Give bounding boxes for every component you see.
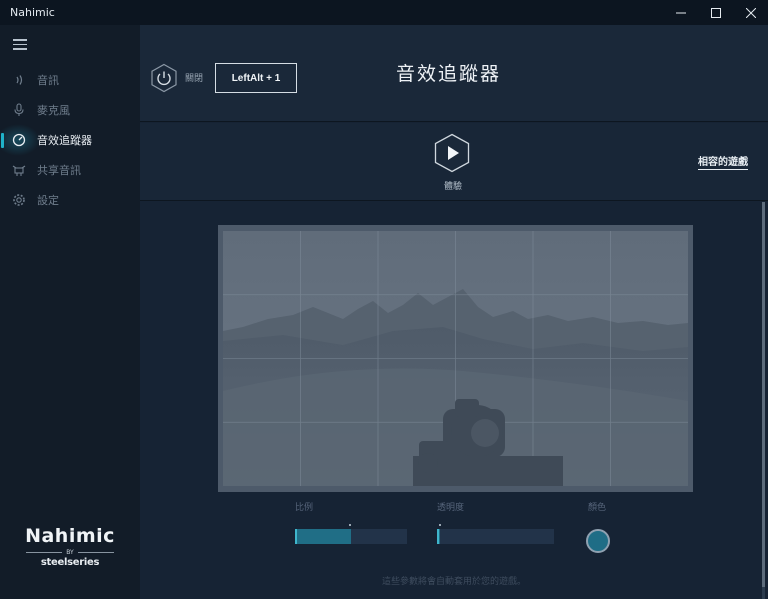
sound-tracker-icon	[11, 132, 27, 148]
game-preview-image	[218, 225, 693, 492]
play-icon	[434, 133, 470, 173]
microphone-icon	[11, 102, 27, 118]
close-icon	[745, 7, 756, 18]
sidebar-item-settings[interactable]: 設定	[0, 188, 140, 212]
demo-label: 體驗	[443, 182, 462, 192]
color-label: 顏色	[588, 503, 607, 513]
demo-play-button[interactable]	[434, 133, 470, 173]
power-toggle-button[interactable]	[150, 63, 178, 93]
sidebar-item-label: 設定	[37, 194, 59, 207]
sidebar-item-label: 音訊	[37, 74, 59, 87]
scrollbar[interactable]	[762, 202, 765, 599]
color-picker-button[interactable]	[586, 529, 610, 553]
sidebar-item-label: 共享音訊	[37, 164, 81, 177]
minimize-button[interactable]	[663, 0, 698, 25]
landscape-preview	[223, 231, 688, 486]
power-icon	[151, 63, 177, 93]
opacity-slider[interactable]	[437, 529, 554, 544]
window-controls	[663, 0, 768, 25]
title-bar: Nahimic	[0, 0, 768, 25]
brand-sub: steelseries	[40, 557, 100, 568]
brand-logo: Nahimic BY steelseries	[20, 525, 120, 568]
settings-controls: 比例 透明度 顏色 這些參數將會自動套用於您的遊戲。	[140, 497, 768, 597]
sidebar-item-audio[interactable]: 音訊	[0, 68, 140, 92]
maximize-icon	[710, 7, 721, 18]
opacity-label: 透明度	[437, 503, 465, 513]
brand-name: Nahimic	[25, 525, 115, 547]
sidebar-item-microphone[interactable]: 麥克風	[0, 98, 140, 122]
scale-slider-handle[interactable]	[349, 524, 351, 526]
demo-section: 體驗 相容的遊戲	[140, 123, 768, 201]
window-title: Nahimic	[10, 6, 55, 19]
page-title: 音效追蹤器	[396, 63, 502, 85]
brand-by: BY	[66, 549, 74, 556]
header: 關閉 LeftAlt + 1 音效追蹤器	[140, 25, 768, 122]
gear-icon	[11, 192, 27, 208]
close-button[interactable]	[733, 0, 768, 25]
power-state-label: 關閉	[185, 74, 204, 84]
active-indicator	[1, 133, 4, 148]
hotkey-field[interactable]: LeftAlt + 1	[215, 63, 297, 93]
scale-label: 比例	[295, 503, 314, 513]
main-panel: 關閉 LeftAlt + 1 音效追蹤器 體驗 相容的遊戲 比例 透明度 顏色 …	[140, 25, 768, 599]
content-area: 比例 透明度 顏色 這些參數將會自動套用於您的遊戲。	[140, 202, 768, 599]
audio-wave-icon	[11, 72, 27, 88]
sidebar: 音訊 麥克風 音效追蹤器 共享音訊 設定 Nahimic BY steelser…	[0, 25, 140, 599]
hamburger-menu-button[interactable]	[13, 39, 27, 50]
minimize-icon	[675, 12, 686, 13]
sharing-icon	[11, 162, 27, 178]
opacity-slider-handle[interactable]	[439, 524, 441, 526]
sidebar-item-label: 麥克風	[37, 104, 70, 117]
scrollbar-thumb[interactable]	[762, 202, 765, 587]
scale-slider[interactable]	[295, 529, 407, 544]
scale-slider-fill	[295, 529, 351, 544]
sidebar-item-label: 音效追蹤器	[37, 134, 92, 147]
sidebar-item-sound-tracker[interactable]: 音效追蹤器	[0, 124, 140, 156]
maximize-button[interactable]	[698, 0, 733, 25]
sidebar-item-sharing[interactable]: 共享音訊	[0, 158, 140, 182]
compatible-games-link[interactable]: 相容的遊戲	[698, 153, 748, 170]
settings-footnote: 這些參數將會自動套用於您的遊戲。	[381, 577, 526, 587]
